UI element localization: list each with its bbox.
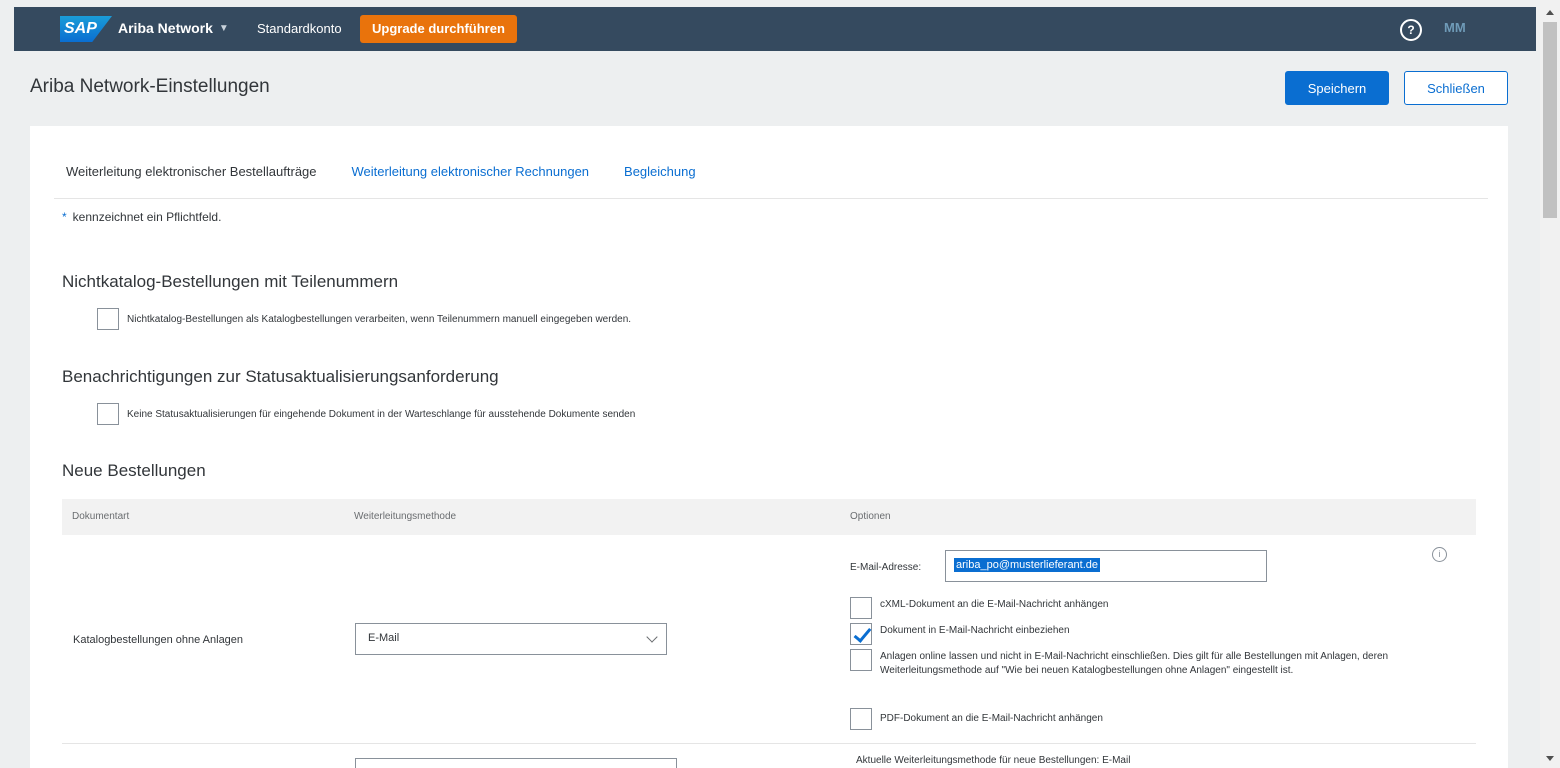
app-viewport: SAP Ariba Network ▼ Standardkonto Upgrad…	[0, 0, 1540, 768]
status-notify-checkbox[interactable]	[97, 403, 119, 425]
section-title-new-orders: Neue Bestellungen	[62, 461, 206, 480]
chevron-down-icon: ▼	[218, 22, 229, 34]
doc-type-label: Katalogbestellungen ohne Anlagen	[73, 634, 244, 646]
option-attach-pdf: PDF-Dokument an die E-Mail-Nachricht anh…	[850, 708, 1103, 730]
scrollbar-thumb[interactable]	[1543, 22, 1557, 218]
column-header-method: Weiterleitungsmethode	[354, 511, 457, 522]
email-field[interactable]: ariba_po@musterlieferant.de	[945, 550, 1267, 582]
status-notify-checkbox-label: Keine Statusaktualisierungen für eingehe…	[127, 408, 636, 420]
avatar[interactable]: MM	[1444, 20, 1466, 35]
sap-logo[interactable]: SAP	[60, 16, 112, 42]
noncatalog-checkbox-label: Nichtkatalog-Bestellungen als Katalogbes…	[127, 313, 632, 325]
email-label: E-Mail-Adresse:	[850, 562, 922, 573]
routing-method-value: E-Mail	[368, 632, 400, 644]
attach-pdf-label: PDF-Dokument an die E-Mail-Nachricht anh…	[880, 713, 1103, 724]
option-attach-cxml: cXML-Dokument an die E-Mail-Nachricht an…	[850, 597, 1108, 619]
close-button[interactable]: Schließen	[1404, 71, 1508, 105]
save-button[interactable]: Speichern	[1285, 71, 1389, 105]
status-notify-option: Keine Statusaktualisierungen für eingehe…	[97, 403, 635, 425]
tab-invoice-routing[interactable]: Weiterleitung elektronischer Rechnungen	[352, 164, 590, 179]
tab-divider	[54, 198, 1488, 199]
row-divider	[62, 743, 1476, 744]
settings-card: Weiterleitung elektronischer Bestellauft…	[30, 126, 1508, 768]
attach-cxml-label: cXML-Dokument an die E-Mail-Nachricht an…	[880, 599, 1109, 610]
include-document-checkbox[interactable]	[850, 623, 872, 645]
email-value: ariba_po@musterlieferant.de	[954, 558, 1101, 572]
upgrade-button[interactable]: Upgrade durchführen	[360, 15, 517, 43]
section-title-noncatalog: Nichtkatalog-Bestellungen mit Teilenumme…	[62, 272, 399, 291]
column-header-options: Optionen	[850, 511, 891, 522]
table-header: Dokumentart Weiterleitungsmethode Option…	[62, 499, 1476, 535]
attachments-online-checkbox[interactable]	[850, 649, 872, 671]
noncatalog-checkbox[interactable]	[97, 308, 119, 330]
required-note-text: kennzeichnet ein Pflichtfeld.	[72, 210, 222, 224]
option-attachments-online: Anlagen online lassen und nicht in E-Mai…	[850, 649, 1460, 677]
attach-pdf-checkbox[interactable]	[850, 708, 872, 730]
shell-bar: SAP Ariba Network ▼ Standardkonto Upgrad…	[14, 7, 1536, 51]
section-title-status-notify: Benachrichtigungen zur Statusaktualisier…	[62, 367, 499, 386]
routing-method-select-next[interactable]	[355, 758, 677, 768]
tab-bar: Weiterleitung elektronischer Bestellauft…	[66, 164, 696, 179]
routing-method-select[interactable]: E-Mail	[355, 623, 667, 655]
page-title: Ariba Network-Einstellungen	[30, 76, 270, 97]
current-method-note: Aktuelle Weiterleitungsmethode für neue …	[856, 755, 1131, 766]
tab-order-routing[interactable]: Weiterleitung elektronischer Bestellauft…	[66, 164, 317, 179]
required-star: *	[62, 210, 67, 224]
scroll-up-arrow-icon[interactable]	[1546, 10, 1554, 15]
option-include-document: Dokument in E-Mail-Nachricht einbeziehen	[850, 623, 1070, 645]
noncatalog-option: Nichtkatalog-Bestellungen als Katalogbes…	[97, 308, 631, 330]
vertical-scrollbar[interactable]	[1540, 0, 1560, 768]
column-header-doctype: Dokumentart	[72, 511, 130, 522]
attachments-online-label: Anlagen online lassen und nicht in E-Mai…	[880, 651, 1389, 676]
tab-settlement[interactable]: Begleichung	[624, 164, 696, 179]
product-switcher[interactable]: Ariba Network ▼	[118, 20, 229, 36]
info-icon[interactable]: i	[1432, 547, 1447, 562]
account-type: Standardkonto	[257, 21, 342, 36]
include-document-label: Dokument in E-Mail-Nachricht einbeziehen	[880, 625, 1070, 636]
scroll-down-arrow-icon[interactable]	[1546, 756, 1554, 761]
help-icon[interactable]: ?	[1400, 19, 1422, 41]
required-note: * kennzeichnet ein Pflichtfeld.	[62, 210, 221, 224]
product-name: Ariba Network	[118, 20, 213, 36]
attach-cxml-checkbox[interactable]	[850, 597, 872, 619]
chevron-down-icon	[646, 631, 658, 643]
